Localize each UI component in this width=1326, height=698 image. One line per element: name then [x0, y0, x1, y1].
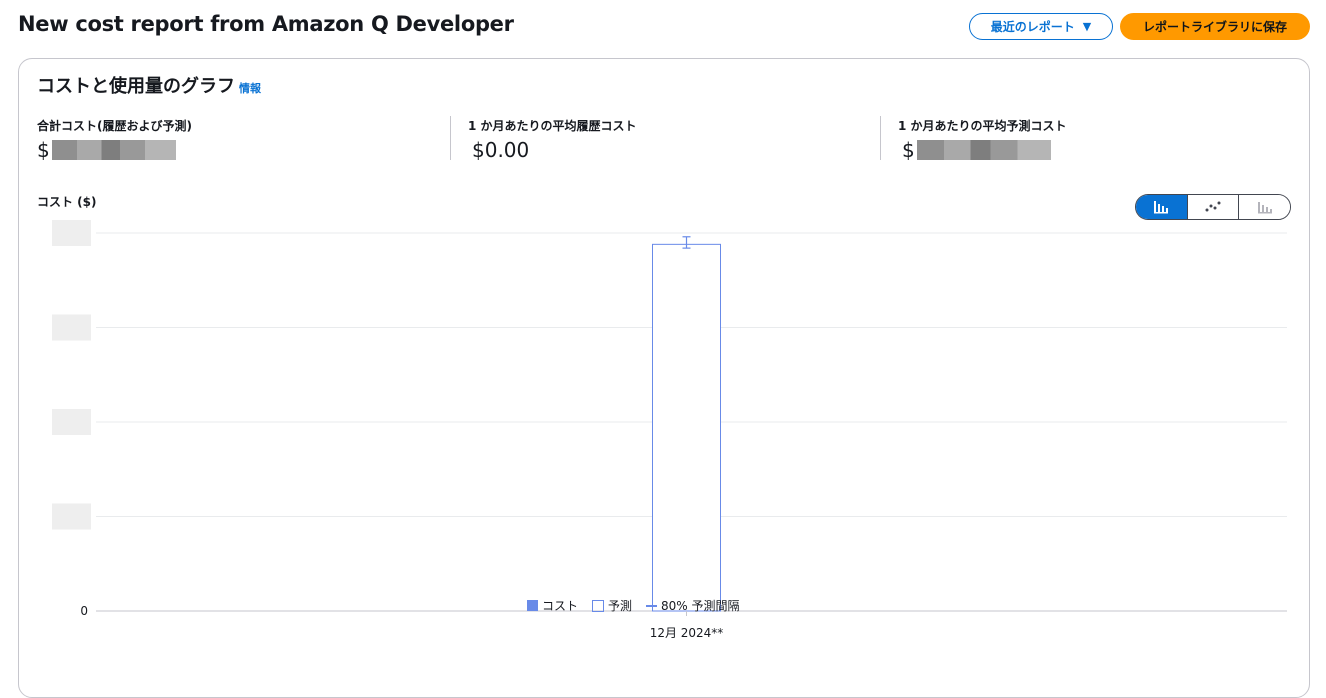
legend-label-interval: 80% 予測間隔 [661, 599, 740, 613]
legend-swatch-line [646, 604, 658, 607]
cost-chart: 0 12月 2024** [52, 220, 1287, 640]
y-tick-label-redacted [52, 409, 91, 435]
legend-swatch-filled [527, 600, 538, 611]
y-tick-label-redacted [52, 503, 91, 530]
chart-legend: コスト 予測 80% 予測間隔 [527, 597, 740, 614]
y-tick-label-redacted [52, 220, 91, 246]
legend-item-cost[interactable]: コスト [527, 597, 578, 614]
legend-swatch-outlined [592, 599, 605, 612]
legend-item-interval[interactable]: 80% 予測間隔 [646, 597, 740, 614]
legend-label-forecast: 予測 [608, 599, 633, 613]
legend-label-cost: コスト [542, 599, 579, 613]
bar [652, 243, 721, 612]
x-tick-label: 12月 2024** [650, 626, 724, 640]
y-tick-label: 0 [80, 604, 88, 618]
y-tick-label-redacted [52, 314, 91, 341]
legend-item-forecast[interactable]: 予測 [592, 597, 632, 614]
